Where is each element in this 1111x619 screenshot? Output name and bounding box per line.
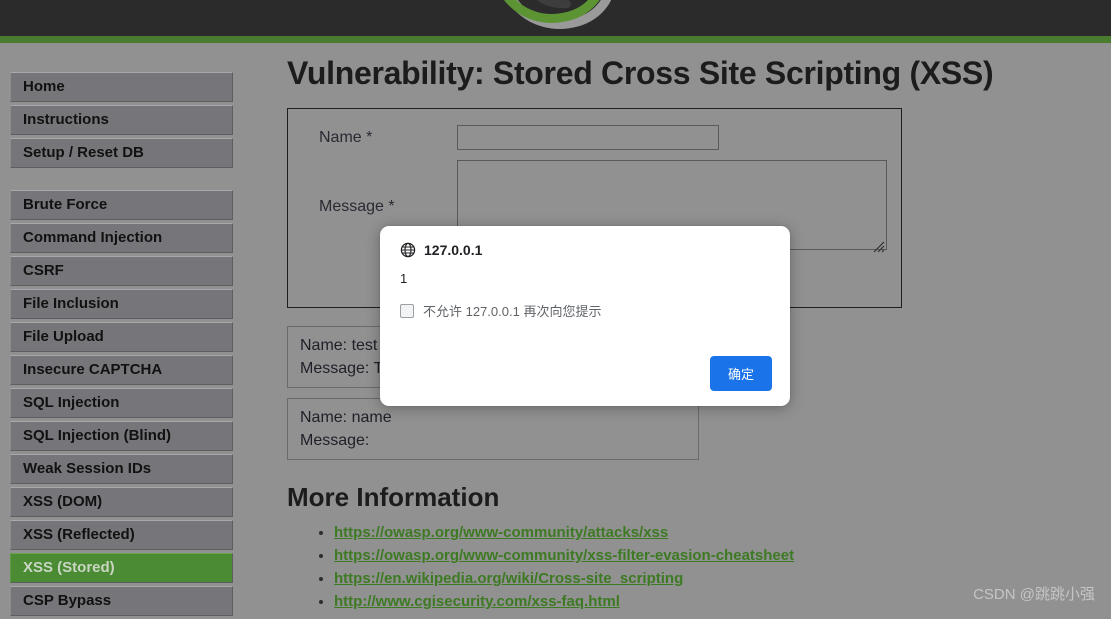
dvwa-logo (481, 0, 631, 36)
header-accent-rule (0, 36, 1111, 43)
name-input[interactable] (457, 125, 719, 150)
sidebar-item-command-injection[interactable]: Command Injection (10, 223, 233, 253)
sidebar-item-home[interactable]: Home (10, 72, 233, 102)
sidebar-item-xss-reflected[interactable]: XSS (Reflected) (10, 520, 233, 550)
dialog-message: 1 (400, 271, 408, 286)
sidebar-item-csrf[interactable]: CSRF (10, 256, 233, 286)
watermark: CSDN @跳跳小强 (973, 586, 1095, 603)
sidebar-item-brute-force[interactable]: Brute Force (10, 190, 233, 220)
name-field-label: Name * (319, 129, 373, 146)
sidebar-item-weak-session-ids[interactable]: Weak Session IDs (10, 454, 233, 484)
dialog-actions: 确定 (709, 356, 772, 391)
list-item: https://owasp.org/www-community/attacks/… (334, 523, 1097, 543)
more-information-title: More Information (287, 482, 500, 512)
page-title: Vulnerability: Stored Cross Site Scripti… (287, 55, 994, 91)
reference-link[interactable]: https://owasp.org/www-community/attacks/… (334, 524, 668, 541)
sidebar-item-csp-bypass[interactable]: CSP Bypass (10, 586, 233, 616)
sidebar-item-sql-injection[interactable]: SQL Injection (10, 388, 233, 418)
suppress-dialogs-label: 不允许 127.0.0.1 再次向您提示 (423, 304, 602, 319)
reference-link[interactable]: https://owasp.org/www-community/xss-filt… (334, 547, 794, 564)
sidebar-item-sql-injection-blind[interactable]: SQL Injection (Blind) (10, 421, 233, 451)
reference-link[interactable]: https://en.wikipedia.org/wiki/Cross-site… (334, 570, 683, 587)
message-field-label: Message * (319, 198, 395, 215)
suppress-dialogs-checkbox[interactable] (400, 303, 414, 318)
sidebar-item-setup-reset-db[interactable]: Setup / Reset DB (10, 138, 233, 168)
sidebar-item-file-upload[interactable]: File Upload (10, 322, 233, 352)
guestbook-entry: Name: name Message: (287, 398, 699, 460)
sidebar-item-insecure-captcha[interactable]: Insecure CAPTCHA (10, 355, 233, 385)
entry-name: Name: name (300, 409, 392, 426)
main-navigation: Home Instructions Setup / Reset DB Brute… (10, 72, 233, 619)
sidebar-item-xss-stored[interactable]: XSS (Stored) (10, 553, 233, 583)
reference-link[interactable]: http://www.cgisecurity.com/xss-faq.html (334, 593, 620, 610)
suppress-dialogs-row[interactable]: 不允许 127.0.0.1 再次向您提示 (380, 288, 790, 320)
dialog-origin: 127.0.0.1 (424, 242, 483, 258)
dialog-ok-button[interactable]: 确定 (709, 356, 772, 391)
sidebar-item-xss-dom[interactable]: XSS (DOM) (10, 487, 233, 517)
site-header (0, 0, 1111, 36)
list-item: https://owasp.org/www-community/xss-filt… (334, 546, 1097, 566)
sidebar-item-file-inclusion[interactable]: File Inclusion (10, 289, 233, 319)
sidebar-item-instructions[interactable]: Instructions (10, 105, 233, 135)
nav-group-separator (10, 171, 233, 190)
dialog-header: 127.0.0.1 (380, 226, 790, 258)
globe-icon (400, 242, 416, 258)
entry-message: Message: (300, 432, 370, 449)
javascript-alert-dialog: 127.0.0.1 1 不允许 127.0.0.1 再次向您提示 确定 (380, 226, 790, 406)
name-field-row: Name * (288, 125, 901, 150)
